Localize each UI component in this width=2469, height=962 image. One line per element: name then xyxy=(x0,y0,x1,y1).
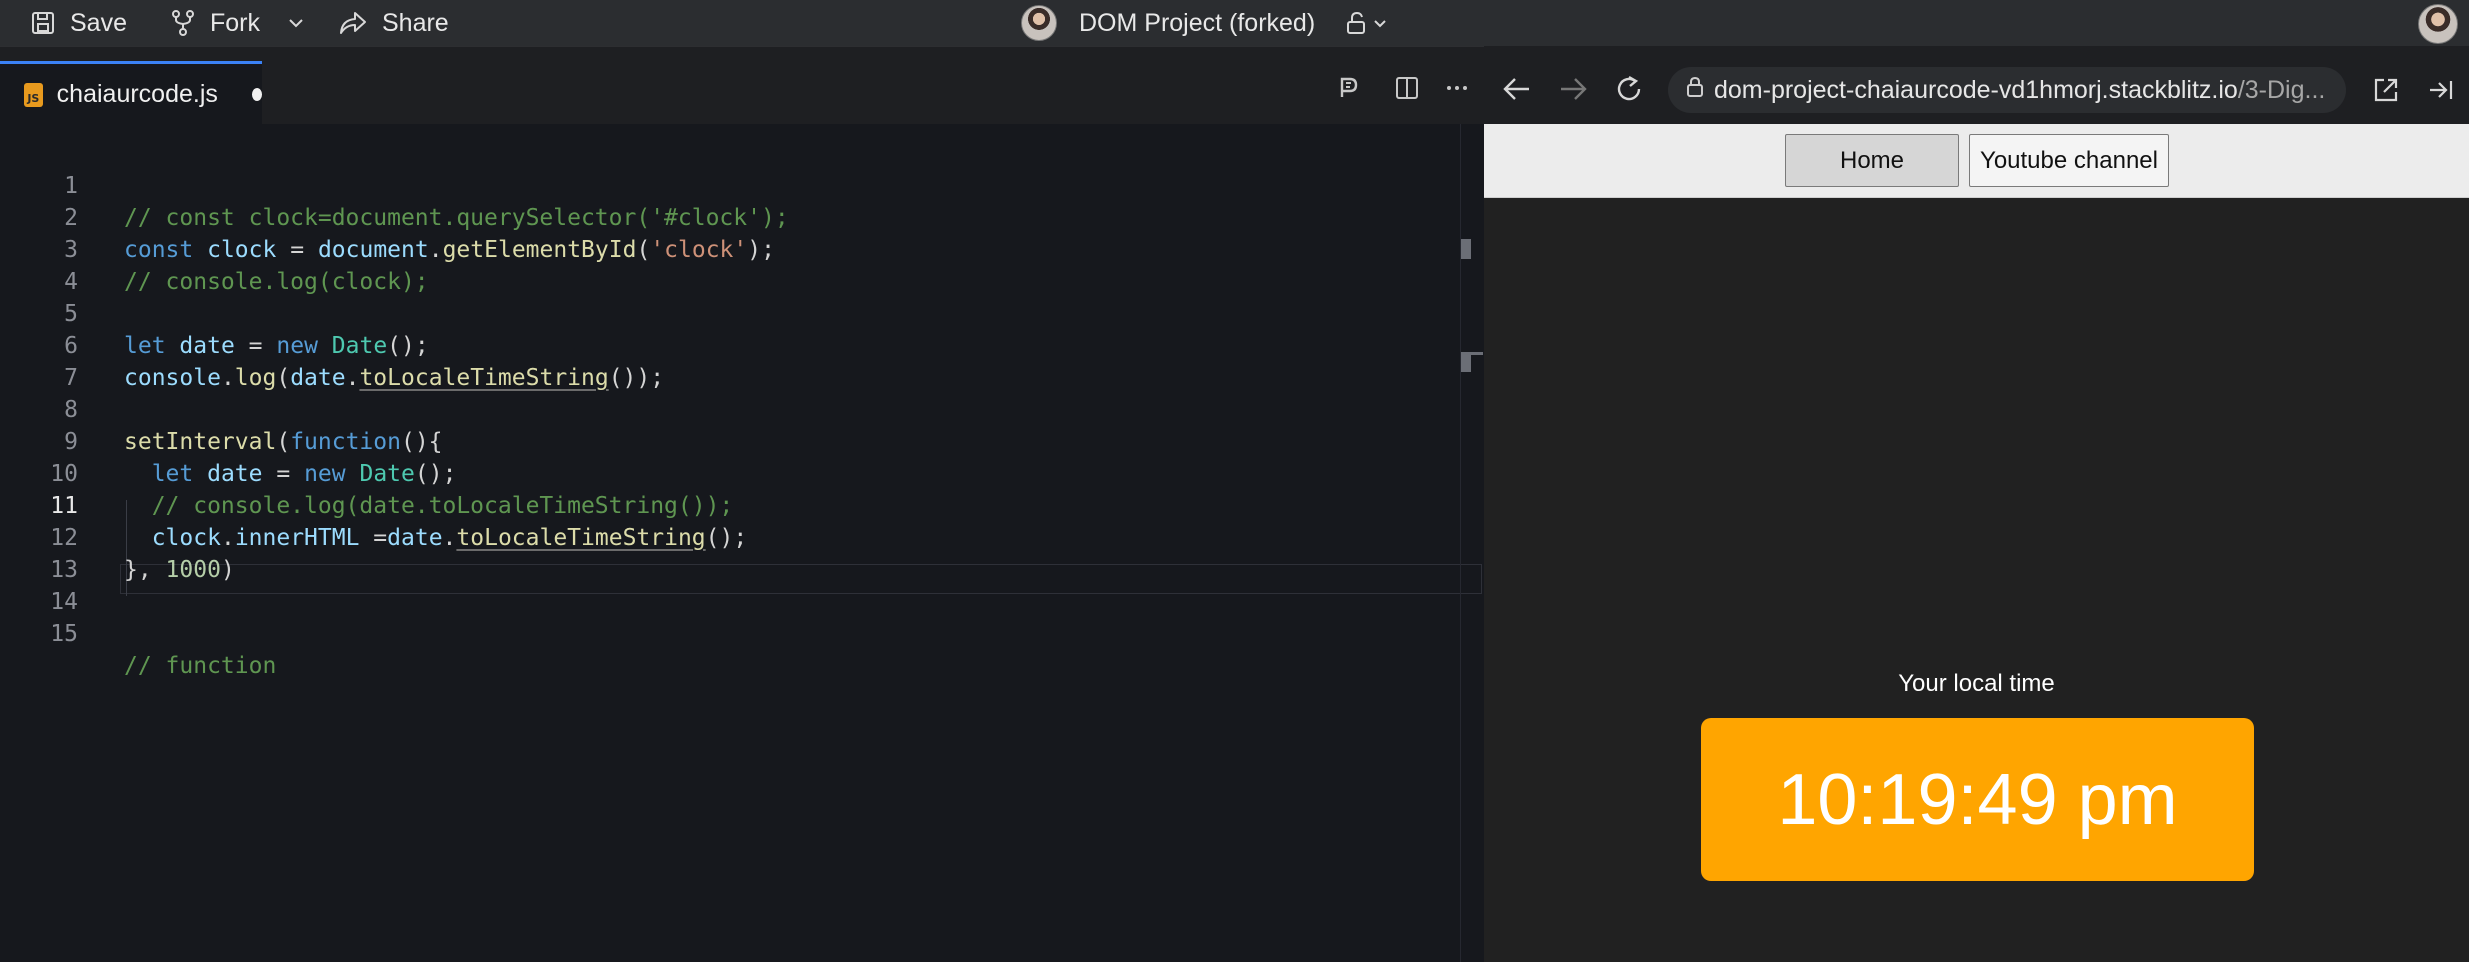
scroll-marker xyxy=(1461,239,1471,259)
code-line[interactable]: 15 // function xyxy=(0,586,1484,679)
scroll-marker xyxy=(1461,352,1483,355)
local-time-label: Your local time xyxy=(1898,670,2055,697)
code-line[interactable]: 8 setInterval(function(){ xyxy=(0,362,1484,455)
code-line[interactable]: 5 let date = new Date(); xyxy=(0,266,1484,359)
javascript-file-icon: JS xyxy=(24,82,43,107)
url-host: dom-project-chaiaurcode-vd1hmorj.stackbl… xyxy=(1714,75,2238,104)
url-bar[interactable]: dom-project-chaiaurcode-vd1hmorj.stackbl… xyxy=(1668,67,2346,113)
code-line[interactable]: 12 }, 1000) xyxy=(0,490,1484,583)
unsaved-dot-icon[interactable] xyxy=(251,88,262,101)
code-text: // function xyxy=(124,653,277,679)
open-new-window-icon[interactable] xyxy=(2372,76,2400,109)
share-icon xyxy=(338,10,368,36)
preview-pane: Home Youtube channel Your local time 10:… xyxy=(1484,124,2469,962)
code-line[interactable]: 7 xyxy=(0,330,1484,391)
url-text: dom-project-chaiaurcode-vd1hmorj.stackbl… xyxy=(1714,76,2325,105)
home-nav-button[interactable]: Home xyxy=(1785,134,1959,187)
project-title: DOM Project (forked) xyxy=(1079,8,1316,37)
fork-button[interactable]: Fork xyxy=(170,0,304,46)
split-editor-icon[interactable] xyxy=(1394,75,1420,101)
lock-icon xyxy=(1686,76,1704,105)
code-line[interactable]: 3 // console.log(clock); xyxy=(0,202,1484,295)
forward-arrow-icon[interactable] xyxy=(1558,76,1588,107)
top-toolbar: Save Fork Share DOM Project (forked) xyxy=(0,0,2469,46)
fork-icon xyxy=(170,9,196,37)
more-actions-icon[interactable] xyxy=(1444,75,1470,101)
tab-chaiaurcode-js[interactable]: JS chaiaurcode.js xyxy=(0,61,262,125)
collapse-preview-icon[interactable] xyxy=(2426,76,2454,109)
chevron-down-icon xyxy=(1374,19,1386,27)
project-title-group: DOM Project (forked) xyxy=(1021,0,1387,46)
url-path: /3-Dig... xyxy=(2237,75,2326,104)
scroll-marker xyxy=(1461,352,1471,372)
line-number: 15 xyxy=(50,621,78,647)
site-nav: Home Youtube channel xyxy=(1484,124,2469,198)
youtube-channel-nav-button[interactable]: Youtube channel xyxy=(1969,134,2169,187)
save-button[interactable]: Save xyxy=(30,0,127,46)
code-line[interactable]: 14 xyxy=(0,554,1484,615)
share-button[interactable]: Share xyxy=(338,0,449,46)
save-label: Save xyxy=(70,8,127,37)
code-line[interactable]: 10 // console.log(date.toLocaleTimeStrin… xyxy=(0,426,1484,519)
chevron-down-icon[interactable] xyxy=(288,18,304,28)
code-line[interactable]: 6 console.log(date.toLocaleTimeString())… xyxy=(0,298,1484,391)
lock-open-icon[interactable] xyxy=(1345,11,1387,35)
user-avatar[interactable] xyxy=(2418,4,2458,44)
back-arrow-icon[interactable] xyxy=(1502,76,1532,107)
reload-icon[interactable] xyxy=(1614,74,1644,109)
code-line[interactable]: 13 xyxy=(0,522,1484,583)
code-line[interactable]: 4 xyxy=(0,234,1484,295)
fork-label: Fork xyxy=(210,8,260,37)
code-line[interactable]: 2 const clock = document.getElementById(… xyxy=(0,170,1484,263)
save-icon xyxy=(30,10,56,36)
avatar xyxy=(1021,5,1057,41)
code-line[interactable]: 9 let date = new Date(); xyxy=(0,394,1484,487)
prettier-icon[interactable] xyxy=(1336,75,1362,101)
clock-display: 10:19:49 pm xyxy=(1701,718,2254,881)
code-editor[interactable]: 1 // const clock=document.querySelector(… xyxy=(0,124,1484,962)
editor-tab-bar: JS chaiaurcode.js xyxy=(0,46,1484,125)
code-line[interactable]: 1 // const clock=document.querySelector(… xyxy=(0,138,1484,231)
share-label: Share xyxy=(382,8,449,37)
code-line[interactable]: 11 clock.innerHTML =date.toLocaleTimeStr… xyxy=(0,458,1484,551)
file-tab-label: chaiaurcode.js xyxy=(56,80,218,108)
